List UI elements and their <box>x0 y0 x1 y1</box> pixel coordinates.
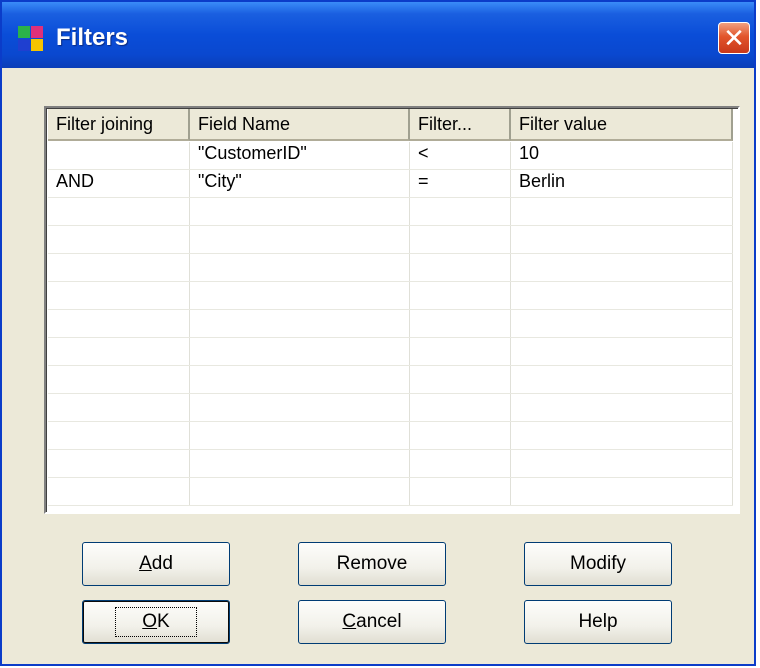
remove-button-label: Remove <box>336 553 408 574</box>
table-cell[interactable] <box>410 366 511 393</box>
table-cell[interactable] <box>48 282 190 309</box>
table-cell[interactable] <box>511 310 733 337</box>
table-row[interactable] <box>48 366 733 394</box>
help-button[interactable]: Help <box>524 600 672 644</box>
table-cell[interactable] <box>190 338 410 365</box>
filters-dialog: Filters ✕ Filter joining Field Name Filt… <box>0 0 756 666</box>
table-cell[interactable] <box>48 422 190 449</box>
table-cell[interactable] <box>410 450 511 477</box>
column-header-filter-value[interactable]: Filter value <box>511 109 733 141</box>
grid-body: "CustomerID" <10 AND "City" = Berlin <box>48 142 733 506</box>
table-cell[interactable] <box>511 338 733 365</box>
table-row[interactable]: "CustomerID" <10 <box>48 142 733 170</box>
table-cell[interactable] <box>410 338 511 365</box>
table-cell[interactable] <box>410 310 511 337</box>
remove-button[interactable]: Remove <box>298 542 446 586</box>
table-cell[interactable] <box>190 198 410 225</box>
table-cell[interactable] <box>48 254 190 281</box>
table-cell[interactable] <box>48 394 190 421</box>
cancel-button-label: Cancel <box>342 611 402 632</box>
table-cell[interactable] <box>48 450 190 477</box>
add-button-label: Add <box>139 553 173 574</box>
table-cell[interactable] <box>48 226 190 253</box>
close-button[interactable]: ✕ <box>718 22 750 54</box>
table-cell[interactable] <box>410 198 511 225</box>
table-cell[interactable] <box>511 394 733 421</box>
table-cell[interactable] <box>190 478 410 505</box>
table-cell[interactable] <box>511 226 733 253</box>
table-cell[interactable] <box>410 478 511 505</box>
table-cell[interactable] <box>511 450 733 477</box>
table-cell[interactable] <box>410 254 511 281</box>
table-row[interactable] <box>48 478 733 506</box>
table-cell[interactable] <box>190 282 410 309</box>
title-bar[interactable]: Filters ✕ <box>2 2 754 68</box>
table-cell[interactable] <box>190 310 410 337</box>
table-cell[interactable] <box>511 478 733 505</box>
table-cell[interactable] <box>410 226 511 253</box>
app-icon <box>18 26 44 52</box>
table-row[interactable] <box>48 338 733 366</box>
table-cell[interactable]: "CustomerID" <box>190 142 410 169</box>
table-row[interactable] <box>48 310 733 338</box>
table-cell[interactable] <box>190 422 410 449</box>
column-header-filter-operator[interactable]: Filter... <box>410 109 511 141</box>
table-cell[interactable] <box>410 422 511 449</box>
table-row[interactable] <box>48 282 733 310</box>
table-row[interactable]: AND "City" = Berlin <box>48 170 733 198</box>
add-button[interactable]: Add <box>82 542 230 586</box>
table-cell[interactable] <box>511 198 733 225</box>
table-row[interactable] <box>48 198 733 226</box>
help-button-label: Help <box>578 611 618 632</box>
table-cell[interactable] <box>190 226 410 253</box>
window-title: Filters <box>56 24 129 51</box>
table-cell[interactable]: = <box>410 170 511 197</box>
table-cell[interactable] <box>48 338 190 365</box>
table-cell[interactable] <box>410 394 511 421</box>
ok-button-label: OK <box>115 607 197 637</box>
filters-grid[interactable]: Filter joining Field Name Filter... Filt… <box>44 106 740 514</box>
modify-button-label: Modify <box>570 553 626 574</box>
grid-header: Filter joining Field Name Filter... Filt… <box>48 109 733 141</box>
table-row[interactable] <box>48 394 733 422</box>
ok-button[interactable]: OK <box>82 600 230 644</box>
table-cell[interactable] <box>48 198 190 225</box>
table-cell[interactable] <box>48 142 190 169</box>
table-cell[interactable] <box>190 366 410 393</box>
table-cell[interactable] <box>511 254 733 281</box>
table-cell[interactable] <box>190 254 410 281</box>
table-cell[interactable] <box>48 366 190 393</box>
close-icon: ✕ <box>723 23 745 53</box>
modify-button[interactable]: Modify <box>524 542 672 586</box>
table-cell[interactable]: "City" <box>190 170 410 197</box>
table-cell[interactable]: < <box>410 142 511 169</box>
table-cell[interactable] <box>190 394 410 421</box>
table-cell[interactable]: Berlin <box>511 170 733 197</box>
table-cell[interactable]: 10 <box>511 142 733 169</box>
table-cell[interactable] <box>511 366 733 393</box>
table-row[interactable] <box>48 422 733 450</box>
cancel-button[interactable]: Cancel <box>298 600 446 644</box>
table-cell[interactable] <box>48 478 190 505</box>
table-cell[interactable] <box>48 310 190 337</box>
table-cell[interactable] <box>190 450 410 477</box>
table-row[interactable] <box>48 450 733 478</box>
table-row[interactable] <box>48 226 733 254</box>
column-header-field-name[interactable]: Field Name <box>190 109 410 141</box>
table-cell[interactable] <box>511 282 733 309</box>
column-header-filter-joining[interactable]: Filter joining <box>48 109 190 141</box>
table-cell[interactable] <box>511 422 733 449</box>
table-cell[interactable]: AND <box>48 170 190 197</box>
table-row[interactable] <box>48 254 733 282</box>
table-cell[interactable] <box>410 282 511 309</box>
